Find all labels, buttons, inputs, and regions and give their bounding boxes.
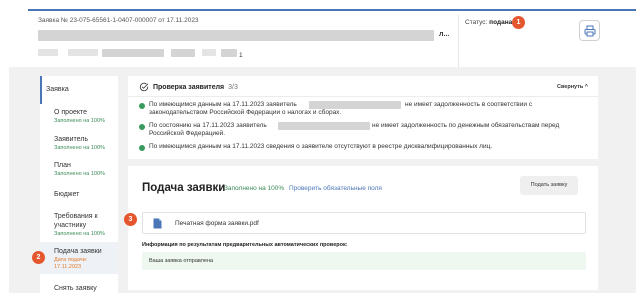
header-line2-suffix: 1: [239, 52, 243, 59]
divider: [128, 96, 598, 97]
check-row-2-line2: Российской Федерацией.: [149, 130, 226, 137]
sidebar-item-requirements[interactable]: Требования к участнику Заполнено на 100%: [40, 210, 118, 242]
chevron-up-icon: ^: [584, 84, 588, 90]
redacted-text: [171, 49, 195, 57]
sidebar-item-status: Заполнено на 100%: [54, 118, 105, 124]
sidebar-item-status: Заполнено на 100%: [54, 231, 105, 237]
sidebar: Заявка О проекте Заполнено на 100% Заяви…: [40, 76, 118, 293]
print-button[interactable]: [579, 20, 600, 41]
application-number: Заявка № 23-075-65561-1-0407-000007 от 1…: [38, 17, 199, 24]
check-passed-icon: [139, 103, 145, 109]
check-passed-icon: [139, 145, 145, 151]
redacted-title: [38, 30, 434, 41]
check-required-fields-link[interactable]: Проверить обязательные поля: [289, 185, 382, 192]
redacted-text: [221, 49, 237, 57]
applicant-check-panel: Проверка заявителя 3/3 Свернуть ^ По име…: [128, 76, 598, 159]
sidebar-item-plan[interactable]: План Заполнено на 100%: [40, 158, 118, 180]
check-row-3: По имеющимся данным на 17.11.2023 сведен…: [149, 143, 493, 150]
title-ellipsis: л...: [439, 31, 450, 38]
check-passed-icon: [139, 124, 145, 130]
sidebar-item-budget[interactable]: Бюджет: [40, 186, 118, 202]
sidebar-item-label: Заявка: [46, 86, 69, 93]
sidebar-item-label: О проекте: [54, 109, 88, 116]
application-header: Заявка № 23-075-65561-1-0407-000007 от 1…: [28, 11, 636, 67]
annotation-marker-2: 2: [32, 251, 45, 264]
auto-check-result: Ваша заявка отправлена: [142, 252, 586, 270]
submit-application-button[interactable]: Подать заявку: [520, 176, 578, 195]
collapse-button[interactable]: Свернуть ^: [557, 84, 588, 90]
page-title: Подача заявки: [142, 182, 226, 194]
sidebar-item-label: План: [54, 162, 71, 169]
check-header: Проверка заявителя 3/3: [139, 82, 238, 92]
sidebar-item-applicant[interactable]: Заявитель Заполнено на 100%: [40, 132, 118, 154]
auto-check-result-text: Ваша заявка отправлена: [149, 258, 214, 264]
sidebar-item-status: Заполнено на 100%: [54, 145, 105, 151]
sidebar-item-label: Бюджет: [54, 191, 80, 198]
check-row-1-cont: не имеет задолженность в соответствии с: [405, 101, 533, 108]
sidebar-item-submission[interactable]: Подача заявки Дата подачи: 17.11.2023: [40, 242, 118, 274]
status-text: Статус: подана: [465, 19, 512, 26]
printer-icon: [584, 25, 595, 36]
sidebar-item-about-project[interactable]: О проекте Заполнено на 100%: [40, 106, 118, 128]
check-count: 3/3: [228, 83, 238, 91]
redacted-text: [102, 49, 164, 57]
status-label: Статус:: [465, 19, 488, 26]
sidebar-item-status: Дата подачи: 17.11.2023: [54, 257, 88, 270]
auto-check-info-label: Информация по результатам предварительны…: [142, 242, 348, 248]
redacted-text: [68, 49, 98, 56]
submission-panel: Подача заявки Заполнено на 100% Проверит…: [128, 166, 598, 290]
completion-status: Заполнено на 100%: [224, 185, 285, 192]
check-row-2-cont: не имеет задолженность по денежным обяза…: [372, 122, 560, 129]
check-title: Проверка заявителя: [153, 83, 225, 91]
annotation-marker-3: 3: [124, 213, 137, 226]
header-divider: [458, 15, 459, 67]
sidebar-item-withdraw[interactable]: Снять заявку: [40, 282, 118, 293]
file-name: Печатная форма заявки.pdf: [175, 220, 259, 227]
document-icon: [153, 218, 162, 229]
sidebar-item-label: Снять заявку: [54, 285, 97, 292]
sidebar-item-status: Заполнено на 100%: [54, 171, 105, 177]
check-row-1-line2: законодательством Российской Федерации о…: [149, 109, 342, 116]
sidebar-item-label: Заявитель: [54, 136, 89, 143]
checklist-icon: [139, 82, 149, 92]
sidebar-item-label: Подача заявки: [54, 248, 102, 255]
redacted-text: [309, 101, 401, 109]
redacted-text: [278, 122, 370, 130]
redacted-text: [38, 49, 58, 56]
status-value: подана: [489, 19, 513, 26]
sidebar-item-application[interactable]: Заявка: [40, 76, 118, 104]
redacted-text: [202, 49, 216, 56]
annotation-marker-1: 1: [512, 16, 525, 29]
sidebar-item-label: Требования к участнику: [54, 213, 98, 229]
print-form-file[interactable]: Печатная форма заявки.pdf: [142, 212, 586, 234]
